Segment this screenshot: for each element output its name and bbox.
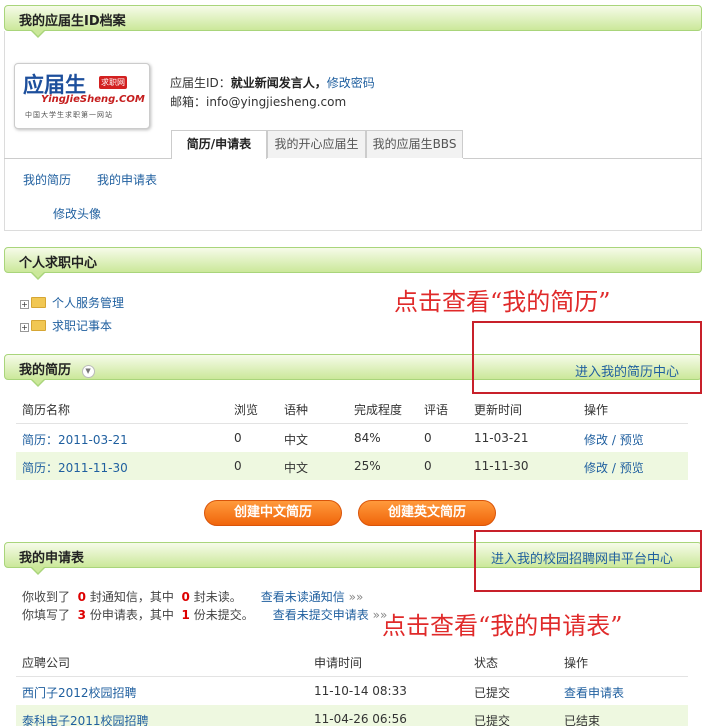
language-value: 中文: [284, 461, 309, 475]
resume-name-link[interactable]: 简历：2011-11-30: [22, 459, 128, 476]
tab-bbs[interactable]: 我的应届生BBS: [366, 130, 463, 158]
col-apply-time: 申请时间: [314, 656, 363, 670]
id-line: 应届生ID：就业新闻发言人，修改密码: [170, 74, 375, 91]
apply-time-value: 11-04-26 06:56: [314, 712, 407, 726]
company-link[interactable]: 西门子2012校园招聘: [22, 684, 137, 701]
tab-resume-application[interactable]: 简历/申请表: [171, 130, 267, 159]
expand-icon[interactable]: +: [20, 323, 29, 332]
annotation-resume: 点击查看“我的简历”: [394, 288, 611, 316]
table-row: 简历：2011-03-21 0 中文 84% 0 11-03-21 修改 / 预…: [16, 424, 688, 452]
comments-value: 0: [424, 431, 432, 445]
id-label: 应届生ID：: [170, 76, 231, 90]
unread-count: 0: [181, 590, 190, 604]
tab-baseline-right: [463, 158, 702, 159]
view-application-link[interactable]: 查看申请表: [564, 684, 624, 701]
updated-value: 11-11-30: [474, 459, 529, 473]
logo-badge: 求职网: [99, 76, 127, 89]
col-language: 语种: [284, 403, 309, 417]
col-resume-name: 简历名称: [22, 403, 71, 417]
completion-value: 84%: [354, 431, 381, 445]
folder-icon: [31, 320, 46, 331]
col-completion: 完成程度: [354, 403, 403, 417]
change-password-link[interactable]: 修改密码: [327, 76, 375, 90]
tab-happy-yingjiesheng[interactable]: 我的开心应届生: [267, 130, 366, 158]
notice-line-1: 你收到了 0 封通知信，其中 0 封未读。 查看未读通知信 »»: [22, 590, 364, 604]
view-unread-notices-link[interactable]: 查看未读通知信: [261, 590, 345, 604]
table-row: 泰科电子2011校园招聘 11-04-26 06:56 已提交 已结束: [16, 705, 688, 726]
actions: 修改 / 预览: [584, 431, 644, 448]
status-value: 已提交: [474, 714, 511, 726]
preview-link[interactable]: / 预览: [612, 433, 644, 447]
notice-line-2: 你填写了 3 份申请表，其中 1 份未提交。 查看未提交申请表 »»: [22, 608, 388, 622]
tree-item-notebook[interactable]: + 求职记事本: [20, 317, 112, 334]
profile-title: 我的应届生ID档案: [19, 14, 126, 29]
logo-domain: YingJieSheng.COM: [41, 94, 145, 105]
comments-value: 0: [424, 459, 432, 473]
view-unsubmitted-link[interactable]: 查看未提交申请表: [273, 608, 369, 622]
change-avatar-link[interactable]: 修改头像: [53, 205, 101, 222]
create-chinese-resume-button[interactable]: 创建中文简历: [204, 500, 342, 526]
folder-icon: [31, 297, 46, 308]
id-value: 就业新闻发言人，: [230, 76, 327, 90]
col-views: 浏览: [234, 403, 259, 417]
highlight-box-resume: [472, 321, 702, 394]
company-link[interactable]: 泰科电子2011校园招聘: [22, 712, 149, 726]
col-status: 状态: [474, 656, 499, 670]
col-actions: 操作: [584, 403, 609, 417]
notice-count: 0: [77, 590, 87, 604]
annotation-application: 点击查看“我的申请表”: [382, 612, 623, 640]
header-pointer: [31, 567, 45, 575]
views-value: 0: [234, 459, 242, 473]
tree-label[interactable]: 求职记事本: [52, 319, 112, 333]
my-resume-link[interactable]: 我的简历: [23, 171, 71, 188]
status-value: 已提交: [474, 686, 511, 700]
tree-label[interactable]: 个人服务管理: [52, 296, 124, 310]
header-pointer: [31, 379, 45, 387]
site-logo: 应届生 求职网 YingJieSheng.COM 中国大学生求职第一网站: [14, 63, 150, 129]
header-pointer: [31, 272, 45, 280]
unsubmitted-count: 1: [181, 608, 190, 622]
profile-header-bar: 我的应届生ID档案: [4, 5, 702, 38]
table-row: 简历：2011-11-30 0 中文 25% 0 11-11-30 修改 / 预…: [16, 452, 688, 480]
col-app-actions: 操作: [564, 656, 589, 670]
resume-name-link[interactable]: 简历：2011-03-21: [22, 431, 128, 448]
email-value: info@yingjiesheng.com: [206, 95, 347, 109]
arrow-icon: »»: [348, 590, 364, 604]
language-value: 中文: [284, 433, 309, 447]
col-updated: 更新时间: [474, 403, 523, 417]
views-value: 0: [234, 431, 242, 445]
col-comments: 评语: [424, 403, 449, 417]
resume-title: 我的简历 ▼: [19, 359, 95, 378]
applications-title: 我的申请表: [19, 551, 85, 566]
edit-link[interactable]: 修改: [584, 461, 608, 475]
completion-value: 25%: [354, 459, 381, 473]
filled-count: 3: [77, 608, 87, 622]
apply-time-value: 11-10-14 08:33: [314, 684, 407, 698]
email-line: 邮箱：info@yingjiesheng.com: [170, 93, 346, 110]
job-center-title: 个人求职中心: [19, 256, 98, 271]
tab-baseline: [4, 158, 171, 159]
create-english-resume-button[interactable]: 创建英文简历: [358, 500, 496, 526]
job-center-header-bar: 个人求职中心: [4, 247, 702, 280]
dropdown-icon[interactable]: ▼: [81, 365, 95, 378]
table-row: 西门子2012校园招聘 11-10-14 08:33 已提交 查看申请表: [16, 677, 688, 705]
email-label: 邮箱：: [170, 95, 207, 109]
action-status-text: 已结束: [564, 714, 601, 726]
my-application-link[interactable]: 我的申请表: [97, 171, 157, 188]
highlight-box-application: [474, 530, 702, 592]
actions: 修改 / 预览: [584, 459, 644, 476]
preview-link[interactable]: / 预览: [612, 461, 644, 475]
edit-link[interactable]: 修改: [584, 433, 608, 447]
expand-icon[interactable]: +: [20, 300, 29, 309]
col-company: 应聘公司: [22, 656, 71, 670]
updated-value: 11-03-21: [474, 431, 529, 445]
tree-item-service[interactable]: + 个人服务管理: [20, 294, 124, 311]
logo-slogan: 中国大学生求职第一网站: [25, 111, 113, 119]
